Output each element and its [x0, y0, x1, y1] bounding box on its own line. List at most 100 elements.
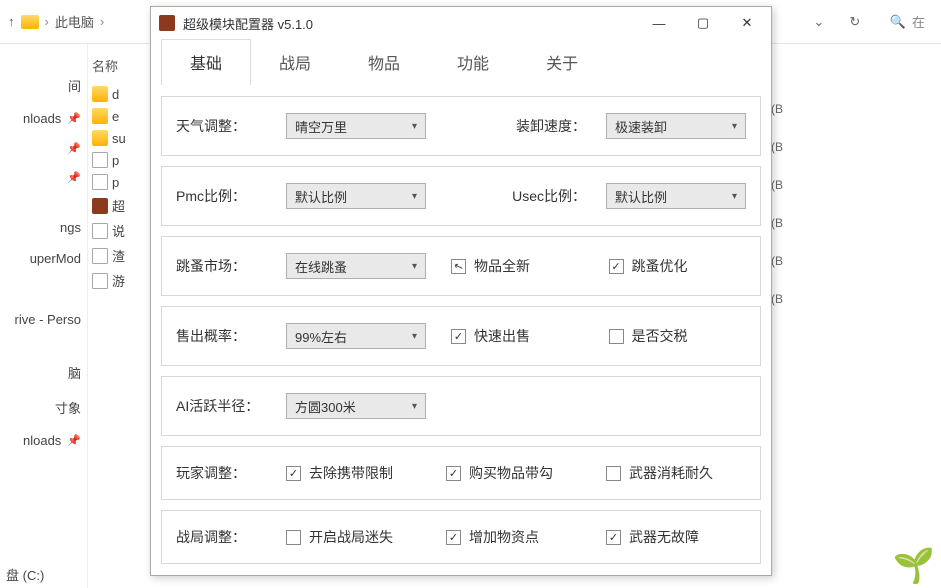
checkbox-icon: [286, 530, 301, 545]
label-loadspeed: 装卸速度：: [516, 116, 586, 136]
checkbox-fastsell[interactable]: 快速出售: [451, 326, 589, 346]
chevron-right-icon: ›: [45, 14, 49, 29]
list-item[interactable]: su: [92, 127, 146, 149]
window-title: 超级模块配置器 v5.1.0: [183, 14, 313, 33]
checkbox-icon: [606, 466, 621, 481]
tab-func[interactable]: 功能: [428, 39, 518, 85]
app-icon: [159, 15, 175, 31]
folder-icon: [21, 15, 39, 29]
cursor-icon: ↖: [451, 259, 466, 274]
list-item[interactable]: 游: [92, 268, 146, 293]
group-ai: AI活跃半径： 方圆300米▾: [161, 376, 761, 436]
sidebar-item[interactable]: rive - Perso: [0, 304, 87, 335]
tab-bar: 基础 战局 物品 功能 关于: [151, 39, 771, 86]
label-airadius: AI活跃半径：: [176, 396, 266, 416]
label-weather: 天气调整：: [176, 116, 266, 136]
dropdown-pmc[interactable]: 默认比例▾: [286, 183, 426, 209]
label-battleadj: 战局调整：: [176, 527, 266, 547]
dropdown-loadspeed[interactable]: 极速装卸▾: [606, 113, 746, 139]
file-icon: [92, 273, 108, 289]
chevron-down-icon: ▾: [412, 191, 417, 202]
sidebar-item[interactable]: 📌: [0, 163, 87, 192]
sidebar-item[interactable]: nloads📌: [0, 425, 87, 456]
search-input[interactable]: 🔍 在: [882, 10, 933, 33]
label-sellrate: 售出概率：: [176, 326, 266, 346]
search-label: 在: [912, 12, 925, 31]
sidebar-item[interactable]: 寸象: [0, 390, 87, 425]
minimize-button[interactable]: —: [637, 8, 681, 38]
list-item[interactable]: p: [92, 149, 146, 171]
close-button[interactable]: ✕: [725, 8, 769, 38]
tab-about[interactable]: 关于: [517, 39, 607, 85]
label-pmc: Pmc比例：: [176, 186, 266, 206]
list-item[interactable]: 说: [92, 218, 146, 243]
sidebar-item[interactable]: ngs: [0, 212, 87, 243]
checkbox-icon: [451, 329, 466, 344]
config-window: 超级模块配置器 v5.1.0 — ▢ ✕ 基础 战局 物品 功能 关于 天气调整…: [150, 6, 772, 576]
label-market: 跳蚤市场：: [176, 256, 266, 276]
dropdown-icon[interactable]: ⌄: [810, 13, 828, 31]
sidebar-item[interactable]: 间: [0, 68, 87, 103]
checkbox-icon: [609, 329, 624, 344]
checkbox-addpoints[interactable]: 增加物资点: [446, 527, 586, 547]
pin-icon: 📌: [67, 112, 81, 125]
group-player: 玩家调整： 去除携带限制 购买物品带勾 武器消耗耐久: [161, 446, 761, 500]
chevron-down-icon: ▾: [732, 191, 737, 202]
list-item[interactable]: 超: [92, 193, 146, 218]
tab-content: 天气调整： 晴空万里▾ 装卸速度： 极速装卸▾ Pmc比例： 默认比例▾ Use…: [151, 86, 771, 584]
drive-label[interactable]: 盘 (C:): [6, 565, 44, 584]
file-icon: [92, 223, 108, 239]
folder-icon: [92, 86, 108, 102]
checkbox-weapwear[interactable]: 武器消耗耐久: [606, 463, 746, 483]
label-usec: Usec比例：: [512, 186, 586, 206]
sidebar-item[interactable]: uperMod: [0, 243, 87, 274]
tab-basic[interactable]: 基础: [161, 39, 251, 85]
checkbox-allnew[interactable]: ↖ 物品全新: [451, 256, 589, 276]
checkbox-icon: [286, 466, 301, 481]
breadcrumb-pc[interactable]: 此电脑: [55, 12, 94, 31]
checkbox-icon: [446, 466, 461, 481]
size-column: (B (B (B (B (B (B: [771, 90, 783, 318]
list-item[interactable]: p: [92, 171, 146, 193]
dropdown-usec[interactable]: 默认比例▾: [606, 183, 746, 209]
list-item[interactable]: 渣: [92, 243, 146, 268]
checkbox-buyhook[interactable]: 购买物品带勾: [446, 463, 586, 483]
checkbox-tax[interactable]: 是否交税: [609, 326, 747, 346]
checkbox-icon: [446, 530, 461, 545]
checkbox-weapok[interactable]: 武器无故障: [606, 527, 746, 547]
checkbox-maze[interactable]: 开启战局迷失: [286, 527, 426, 547]
checkbox-nolimit[interactable]: 去除携带限制: [286, 463, 426, 483]
list-item[interactable]: e: [92, 105, 146, 127]
file-icon: [92, 248, 108, 264]
sidebar-item[interactable]: nloads📌: [0, 103, 87, 134]
breadcrumb[interactable]: › 此电脑 ›: [21, 12, 111, 31]
tab-battle[interactable]: 战局: [250, 39, 340, 85]
file-list: 名称 d e su p p 超 说 渣 游: [88, 44, 150, 588]
sidebar-item[interactable]: 脑: [0, 355, 87, 390]
group-market: 跳蚤市场： 在线跳蚤▾ ↖ 物品全新 跳蚤优化: [161, 236, 761, 296]
tab-items[interactable]: 物品: [339, 39, 429, 85]
checkbox-optmarket[interactable]: 跳蚤优化: [609, 256, 747, 276]
maximize-button[interactable]: ▢: [681, 8, 725, 38]
dropdown-airadius[interactable]: 方圆300米▾: [286, 393, 426, 419]
dropdown-market[interactable]: 在线跳蚤▾: [286, 253, 426, 279]
chevron-down-icon: ▾: [412, 261, 417, 272]
dropdown-weather[interactable]: 晴空万里▾: [286, 113, 426, 139]
up-icon[interactable]: ↑: [8, 14, 15, 29]
chevron-down-icon: ▾: [412, 331, 417, 342]
group-weather: 天气调整： 晴空万里▾ 装卸速度： 极速装卸▾: [161, 96, 761, 156]
dropdown-sellrate[interactable]: 99%左右▾: [286, 323, 426, 349]
refresh-icon[interactable]: ↻: [846, 13, 864, 31]
sidebar-item[interactable]: 📌: [0, 134, 87, 163]
label-player: 玩家调整：: [176, 463, 266, 483]
pin-icon: 📌: [67, 434, 81, 447]
list-item[interactable]: d: [92, 83, 146, 105]
chevron-right-icon: ›: [100, 14, 104, 29]
group-sell: 售出概率： 99%左右▾ 快速出售 是否交税: [161, 306, 761, 366]
chevron-down-icon: ▾: [732, 121, 737, 132]
column-header-name[interactable]: 名称: [92, 56, 146, 83]
checkbox-icon: [606, 530, 621, 545]
plant-decoration: 🌱: [893, 546, 935, 586]
pin-icon: 📌: [67, 171, 81, 184]
titlebar[interactable]: 超级模块配置器 v5.1.0 — ▢ ✕: [151, 7, 771, 39]
